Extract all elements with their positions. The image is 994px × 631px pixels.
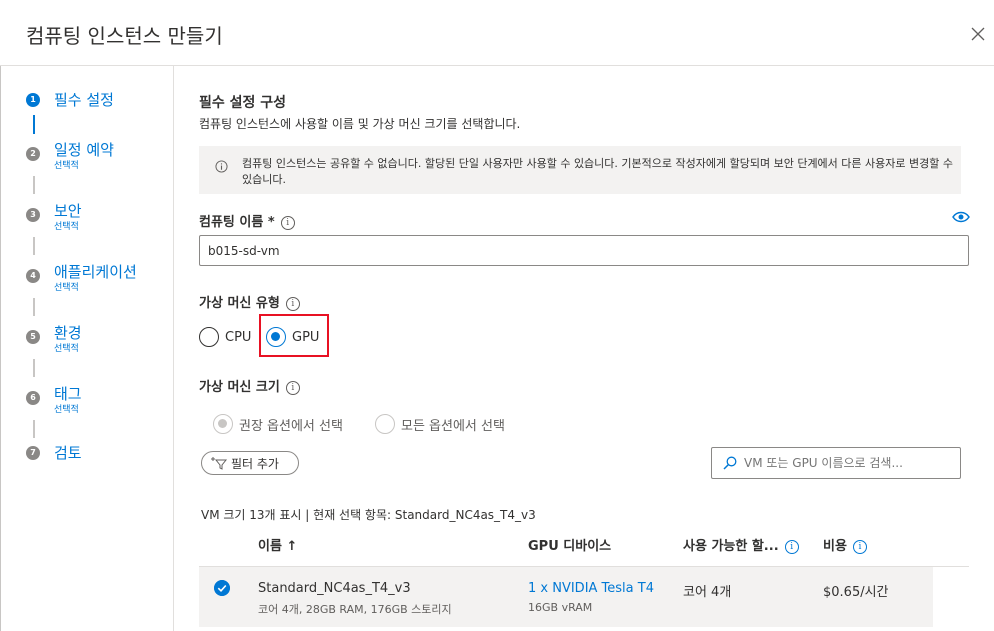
section-description: 컴퓨팅 인스턴스에 사용할 이름 및 가상 머신 크기를 선택합니다. [199, 117, 521, 131]
step-connector [33, 237, 35, 255]
add-filter-label: 필터 추가 [231, 456, 279, 471]
vm-cost: $0.65/시간 [823, 585, 889, 600]
checkmark-icon[interactable] [214, 580, 230, 596]
vm-type-label-text: 가상 머신 유형 [199, 296, 280, 311]
step-optional-label: 선택적 [54, 161, 79, 171]
dialog-title: 컴퓨팅 인스턴스 만들기 [26, 24, 223, 48]
gpu-device[interactable]: 1 x NVIDIA Tesla T4 [528, 581, 654, 596]
step-connector [33, 298, 35, 316]
info-icon[interactable]: i [852, 539, 867, 554]
step-optional-label: 선택적 [54, 283, 79, 293]
step-optional-label: 선택적 [54, 222, 79, 232]
column-header-name[interactable]: 이름 ↑ [258, 535, 297, 554]
column-header-available[interactable]: 사용 가능한 할... i [683, 535, 799, 554]
step-number-7: 7 [26, 446, 40, 460]
step-optional-label: 선택적 [54, 344, 79, 354]
step-connector-active [33, 115, 35, 134]
radio-circle-disabled[interactable] [375, 414, 395, 434]
step-label-applications: 애플리케이션 [54, 263, 137, 281]
step-connector [33, 176, 35, 194]
radio-recommended-options[interactable]: 권장 옵션에서 선택 [213, 414, 343, 434]
radio-circle-disabled-selected[interactable] [213, 414, 233, 434]
dialog-header: 컴퓨팅 인스턴스 만들기 [0, 0, 994, 66]
info-banner-text: 컴퓨팅 인스턴스는 공유할 수 없습니다. 할당된 단일 사용자만 사용할 수 … [242, 157, 953, 186]
radio-all-options[interactable]: 모든 옵션에서 선택 [375, 414, 505, 434]
step-connector [33, 420, 35, 438]
step-label-security: 보안 [54, 202, 82, 220]
step-number-1: 1 [26, 93, 40, 107]
filter-icon [211, 457, 228, 470]
highlight-box [259, 314, 329, 357]
step-number-5: 5 [26, 330, 40, 344]
compute-name-label: 컴퓨팅 이름 * i [199, 211, 295, 230]
info-icon[interactable]: i [285, 380, 300, 395]
step-optional-label: 선택적 [54, 405, 79, 415]
step-number-4: 4 [26, 269, 40, 283]
info-banner: 컴퓨팅 인스턴스는 공유할 수 없습니다. 할당된 단일 사용자만 사용할 수 … [199, 146, 961, 194]
vm-specs: 코어 4개, 28GB RAM, 176GB 스토리지 [258, 603, 452, 616]
step-label-environment: 환경 [54, 324, 82, 342]
info-icon[interactable]: i [784, 539, 799, 554]
step-label-tags: 태그 [54, 385, 82, 403]
radio-cpu[interactable]: CPU [199, 327, 251, 347]
step-number-3: 3 [26, 208, 40, 222]
info-icon[interactable]: i [285, 296, 300, 311]
close-icon[interactable] [968, 24, 988, 44]
step-label-essentials: 필수 설정 [54, 91, 114, 109]
info-icon[interactable]: i [280, 215, 295, 230]
radio-cpu-label: CPU [225, 329, 252, 345]
section-heading: 필수 설정 구성 [199, 95, 287, 111]
step-number-6: 6 [26, 391, 40, 405]
vm-search-input[interactable] [711, 447, 961, 479]
step-label-scheduling: 일정 예약 [54, 141, 114, 159]
radio-all-label: 모든 옵션에서 선택 [401, 418, 505, 434]
vm-size-label: 가상 머신 크기 i [199, 376, 300, 395]
add-filter-button[interactable]: 필터 추가 [201, 451, 299, 475]
radio-recommended-label: 권장 옵션에서 선택 [239, 418, 343, 434]
info-icon [215, 160, 228, 173]
step-label-review: 검토 [54, 444, 82, 462]
compute-name-label-text: 컴퓨팅 이름 * [199, 215, 275, 230]
step-connector [33, 359, 35, 377]
vm-size-label-text: 가상 머신 크기 [199, 380, 280, 395]
compute-name-input[interactable] [199, 235, 969, 266]
column-header-available-text: 사용 가능한 할... [683, 539, 779, 554]
vm-name: Standard_NC4as_T4_v3 [258, 581, 411, 596]
search-icon [723, 456, 737, 470]
column-header-cost-text: 비용 [823, 539, 847, 554]
vm-count-summary: VM 크기 13개 표시 | 현재 선택 항목: Standard_NC4as_… [201, 508, 536, 522]
step-number-2: 2 [26, 147, 40, 161]
radio-circle[interactable] [199, 327, 219, 347]
available-quota: 코어 4개 [683, 585, 732, 600]
column-header-gpu[interactable]: GPU 디바이스 [528, 535, 611, 554]
vm-type-label: 가상 머신 유형 i [199, 292, 300, 311]
eye-icon[interactable] [951, 210, 971, 224]
column-header-cost[interactable]: 비용 i [823, 535, 867, 554]
table-row[interactable]: Standard_NC4as_T4_v3 코어 4개, 28GB RAM, 17… [199, 567, 933, 627]
wizard-steps: 1 필수 설정 2 일정 예약 선택적 3 보안 선택적 4 애플리케이션 선택… [0, 66, 174, 631]
gpu-memory: 16GB vRAM [528, 601, 593, 614]
